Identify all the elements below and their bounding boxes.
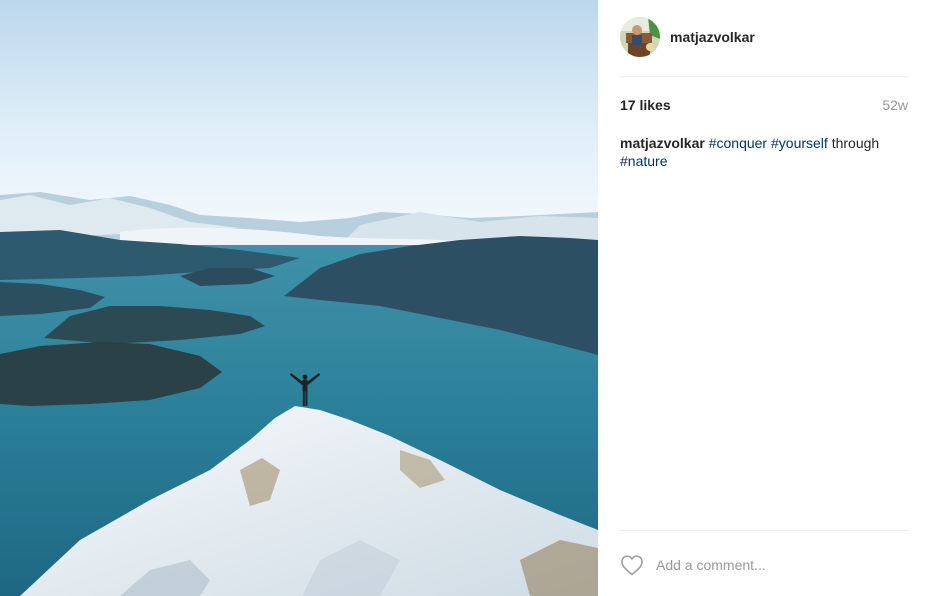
caption-username[interactable]: matjazvolkar: [620, 135, 705, 151]
post-sidebar: matjazvolkar 17 likes 52w matjazvolkar #…: [598, 0, 932, 596]
likes-count[interactable]: 17 likes: [620, 97, 671, 113]
comment-bar: [620, 552, 908, 578]
post-caption: matjazvolkar #conquer #yourself through …: [620, 134, 908, 170]
mountain-lake-photo: [0, 0, 598, 596]
comment-divider: [620, 530, 908, 531]
hashtag-yourself[interactable]: #yourself: [771, 135, 828, 151]
caption-text: through: [831, 135, 880, 151]
heart-outline-icon[interactable]: [620, 554, 644, 576]
avatar-image: [620, 17, 660, 57]
instagram-post: matjazvolkar 17 likes 52w matjazvolkar #…: [0, 0, 932, 596]
hashtag-conquer[interactable]: #conquer: [709, 135, 767, 151]
post-header: matjazvolkar: [620, 15, 908, 59]
header-divider: [620, 76, 908, 77]
comment-input[interactable]: [656, 557, 896, 573]
header-username[interactable]: matjazvolkar: [670, 29, 755, 45]
avatar[interactable]: [620, 17, 660, 57]
post-age[interactable]: 52w: [882, 97, 908, 113]
hashtag-nature[interactable]: #nature: [620, 153, 667, 169]
likes-row: 17 likes 52w: [620, 97, 908, 113]
post-photo[interactable]: [0, 0, 598, 596]
